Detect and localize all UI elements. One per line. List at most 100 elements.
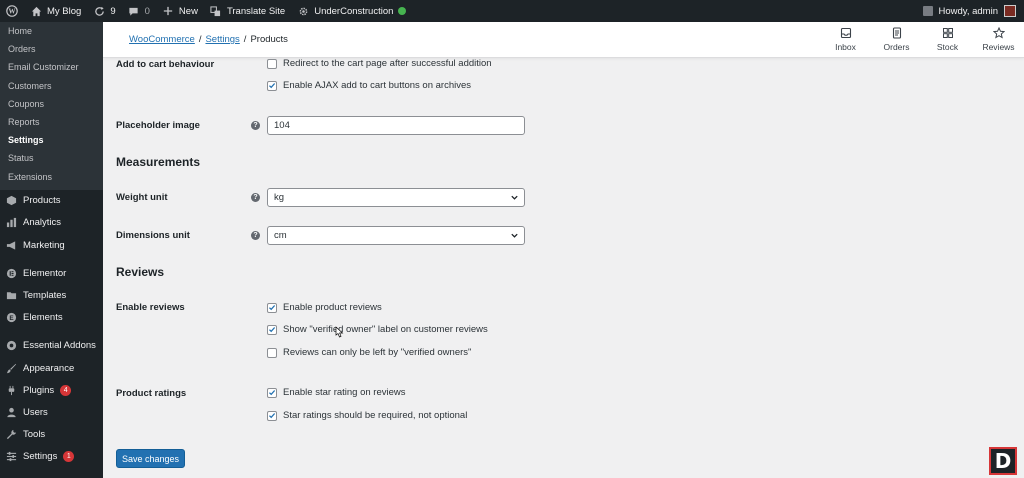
settings-update-badge: 1 xyxy=(63,451,75,463)
stock-button[interactable]: Stock xyxy=(922,22,973,58)
inbox-icon xyxy=(840,27,852,39)
sidebar-item-label: Products xyxy=(23,195,61,207)
sidebar-item-products[interactable]: Products xyxy=(0,190,103,212)
submenu-item-status[interactable]: Status xyxy=(0,149,103,167)
new-content-link[interactable]: New xyxy=(156,0,204,22)
translate-label: Translate Site xyxy=(226,5,286,17)
plug-icon xyxy=(6,385,17,396)
star-icon xyxy=(992,26,1005,39)
submenu-item-email-customizer[interactable]: Email Customizer xyxy=(0,58,103,76)
submenu-item-settings[interactable]: Settings xyxy=(0,131,103,149)
enable-reviews-checkbox[interactable] xyxy=(267,302,277,313)
enable-reviews-checkbox-label: Enable product reviews xyxy=(283,302,382,313)
sidebar-item-tools[interactable]: Tools xyxy=(0,424,103,446)
wordpress-logo-button[interactable]: W xyxy=(0,0,24,22)
admin-sidebar: Home Orders Email Customizer Customers C… xyxy=(0,22,103,478)
plugins-update-badge: 4 xyxy=(60,384,72,396)
sidebar-item-label: Plugins xyxy=(23,384,55,396)
inbox-button[interactable]: Inbox xyxy=(820,22,871,58)
screen-options-icon[interactable] xyxy=(922,6,933,16)
ajax-checkbox-label: Enable AJAX add to cart buttons on archi… xyxy=(283,80,472,91)
redirect-to-cart-option[interactable]: Redirect to the cart page after successf… xyxy=(267,58,492,69)
breadcrumb-settings[interactable]: Settings xyxy=(205,34,239,45)
settings-sliders-icon xyxy=(6,451,17,462)
translate-site-link[interactable]: Translate Site xyxy=(204,0,291,22)
sidebar-item-elementor[interactable]: Elementor xyxy=(0,262,103,284)
measurements-heading: Measurements xyxy=(116,155,201,169)
comments-link[interactable]: 0 xyxy=(122,0,156,22)
ajax-add-to-cart-option[interactable]: Enable AJAX add to cart buttons on archi… xyxy=(267,80,471,91)
megaphone-icon xyxy=(6,240,17,251)
enable-product-reviews-option[interactable]: Enable product reviews xyxy=(267,302,382,313)
folder-icon xyxy=(6,290,17,301)
sidebar-item-analytics[interactable]: Analytics xyxy=(0,212,103,234)
verified-owner-label-option[interactable]: Show "verified owner" label on customer … xyxy=(267,324,488,335)
placeholder-image-input[interactable]: 104 xyxy=(267,116,525,135)
breadcrumb-woocommerce[interactable]: WooCommerce xyxy=(129,34,195,45)
sidebar-item-label: Tools xyxy=(23,429,46,441)
box-icon xyxy=(6,195,17,206)
sidebar-item-label: Users xyxy=(23,406,48,418)
sidebar-item-label: Essential Addons xyxy=(23,340,96,352)
enable-reviews-label: Enable reviews xyxy=(116,302,185,313)
updates-link[interactable]: 9 xyxy=(87,0,121,22)
sidebar-item-essential-addons[interactable]: Essential Addons xyxy=(0,335,103,357)
submenu-item-coupons[interactable]: Coupons xyxy=(0,95,103,113)
site-name-link[interactable]: My Blog xyxy=(24,0,87,22)
new-label: New xyxy=(178,5,198,17)
sidebar-item-label: Analytics xyxy=(23,217,62,229)
submenu-item-customers[interactable]: Customers xyxy=(0,77,103,95)
sidebar-item-label: Templates xyxy=(23,290,67,302)
dimensions-unit-label: Dimensions unit xyxy=(116,230,190,241)
gear-icon xyxy=(297,5,309,17)
woocommerce-header: WooCommerce / Settings / Products Inbox … xyxy=(103,22,1024,58)
star-required-checkbox-label: Star ratings should be required, not opt… xyxy=(283,410,468,421)
star-rating-checkbox[interactable] xyxy=(267,387,277,398)
submenu-item-orders[interactable]: Orders xyxy=(0,40,103,58)
submenu-item-reports[interactable]: Reports xyxy=(0,113,103,131)
help-icon[interactable]: ? xyxy=(251,231,260,240)
sidebar-item-users[interactable]: Users xyxy=(0,401,103,423)
sidebar-item-settings[interactable]: Settings 1 xyxy=(0,446,103,468)
sidebar-item-plugins[interactable]: Plugins 4 xyxy=(0,379,103,401)
breadcrumb-products: Products xyxy=(250,34,288,45)
orders-label: Orders xyxy=(883,42,910,52)
weight-unit-select[interactable]: kg xyxy=(267,188,525,207)
star-rating-required-option[interactable]: Star ratings should be required, not opt… xyxy=(267,410,467,421)
help-icon[interactable]: ? xyxy=(251,193,260,202)
redirect-checkbox[interactable] xyxy=(267,58,277,69)
chevron-down-icon xyxy=(510,193,519,202)
sidebar-item-label: Settings xyxy=(23,451,58,463)
reviews-button[interactable]: Reviews xyxy=(973,22,1024,58)
dimensions-unit-select[interactable]: cm xyxy=(267,226,525,245)
verified-owner-checkbox[interactable] xyxy=(267,324,277,335)
enable-star-rating-option[interactable]: Enable star rating on reviews xyxy=(267,387,406,398)
howdy-text[interactable]: Howdy, admin xyxy=(939,6,999,17)
updates-count: 9 xyxy=(110,5,116,17)
sidebar-item-templates[interactable]: Templates xyxy=(0,284,103,306)
sidebar-item-elements[interactable]: E Elements xyxy=(0,307,103,329)
user-icon xyxy=(6,407,17,418)
star-required-checkbox[interactable] xyxy=(267,410,277,421)
dimensions-unit-value: cm xyxy=(274,230,287,241)
verified-only-checkbox[interactable] xyxy=(267,347,277,358)
sidebar-item-label: Appearance xyxy=(23,362,75,374)
ajax-checkbox[interactable] xyxy=(267,80,277,91)
settings-form: Add to cart behaviour Redirect to the ca… xyxy=(103,58,1024,478)
avatar[interactable] xyxy=(1004,5,1016,17)
page-icon xyxy=(891,27,903,39)
sidebar-item-marketing[interactable]: Marketing xyxy=(0,234,103,256)
sidebar-item-appearance[interactable]: Appearance xyxy=(0,357,103,379)
submenu-item-extensions[interactable]: Extensions xyxy=(0,168,103,186)
translate-icon xyxy=(210,5,222,17)
save-changes-button[interactable]: Save changes xyxy=(116,449,185,468)
submenu-item-home[interactable]: Home xyxy=(0,22,103,40)
help-icon[interactable]: ? xyxy=(251,121,260,130)
verified-only-option[interactable]: Reviews can only be left by "verified ow… xyxy=(267,347,471,358)
breadcrumb-separator: / xyxy=(198,34,202,45)
channel-logo: D xyxy=(989,447,1017,475)
under-construction-link[interactable]: UnderConstruction xyxy=(291,0,412,22)
woocommerce-submenu: Home Orders Email Customizer Customers C… xyxy=(0,22,103,190)
orders-button[interactable]: Orders xyxy=(871,22,922,58)
plus-icon xyxy=(162,5,174,17)
